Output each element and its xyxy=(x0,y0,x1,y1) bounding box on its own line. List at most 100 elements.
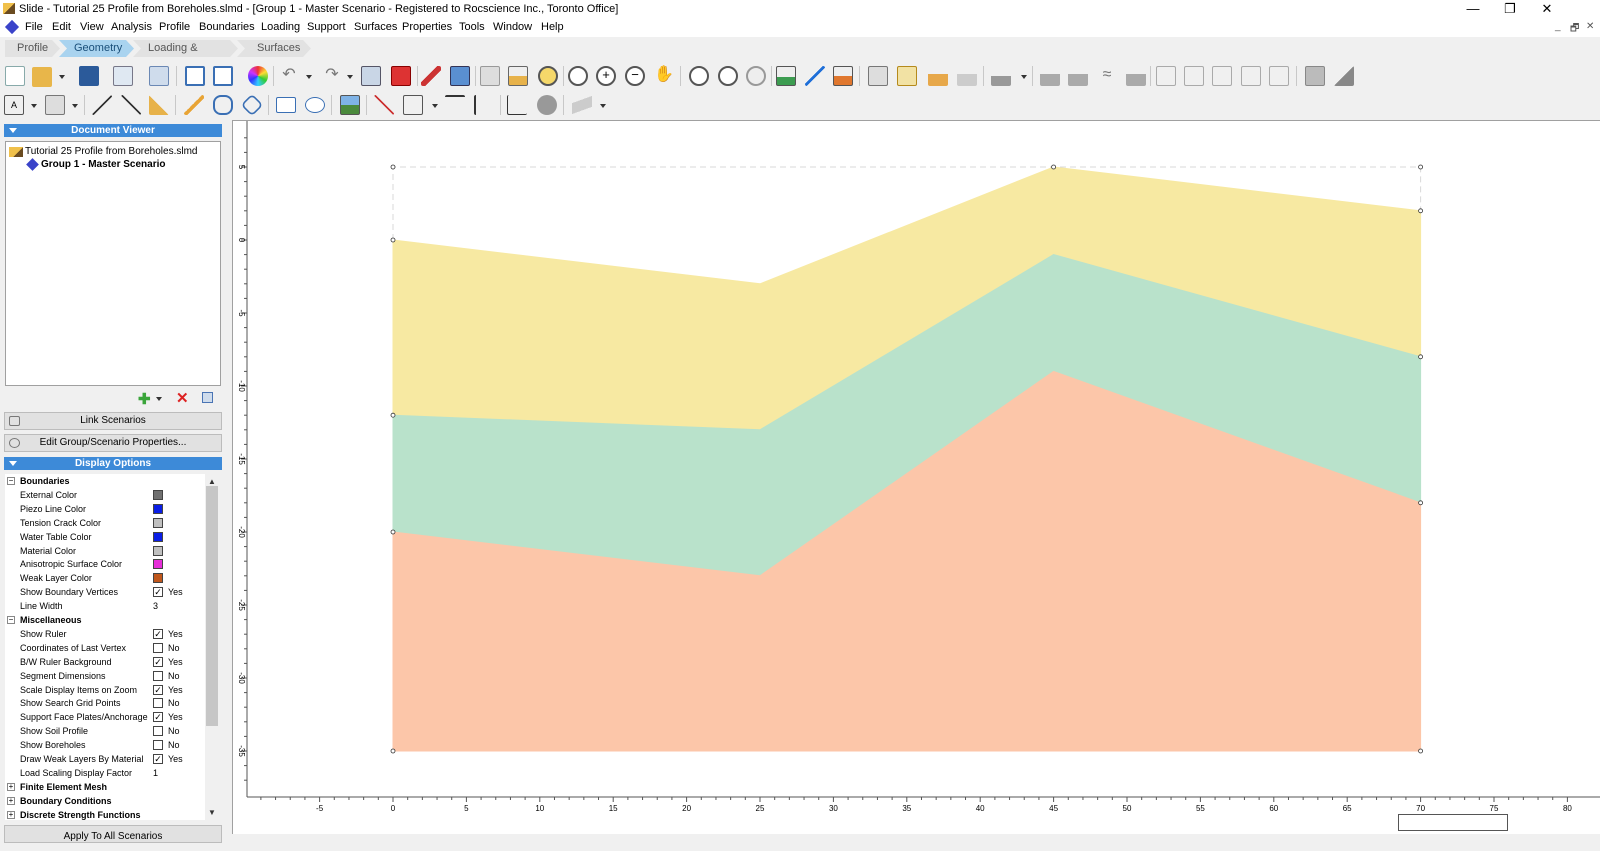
menu-view[interactable]: View xyxy=(80,21,104,33)
model-canvas[interactable]: 50-5-10-15-20-25-30-35 -5 0 5 10 15 20 25 30 35 4… xyxy=(233,121,1600,835)
tree-item-group[interactable]: Group 1 - Master Scenario xyxy=(41,159,165,170)
scrollbar-thumb[interactable] xyxy=(206,486,218,726)
vertical-dimension-icon[interactable] xyxy=(474,95,494,115)
ramp-icon[interactable] xyxy=(1334,66,1354,86)
vertex-tool-4-icon[interactable] xyxy=(1241,66,1261,86)
tab-profile[interactable]: Profile xyxy=(5,40,60,57)
dimension-dropdown-icon[interactable] xyxy=(432,104,438,108)
close-button[interactable]: ✕ xyxy=(1529,0,1565,18)
menu-profile[interactable]: Profile xyxy=(159,21,190,33)
boundary-vertex[interactable] xyxy=(390,748,396,754)
checkbox[interactable]: ✓ xyxy=(153,684,163,695)
property-scrollbar[interactable]: ▲ ▼ xyxy=(205,474,219,820)
material-boundary-icon[interactable] xyxy=(833,66,853,86)
add-dropdown-icon[interactable] xyxy=(156,397,162,401)
property-row[interactable]: Scale Display Items on Zoom ✓ Yes xyxy=(5,683,205,697)
draw-line-icon[interactable] xyxy=(805,66,825,86)
zoom-previous-icon[interactable] xyxy=(718,66,738,86)
undo-dropdown-icon[interactable] xyxy=(306,75,312,79)
property-row[interactable]: Water Table Color xyxy=(5,530,205,544)
boundary-vertex[interactable] xyxy=(1418,748,1423,754)
boundary-vertex[interactable] xyxy=(390,529,396,535)
menu-loading[interactable]: Loading xyxy=(261,21,300,33)
property-row[interactable]: Line Width 3 xyxy=(5,599,205,613)
property-row[interactable]: Show Boundary Vertices ✓ Yes xyxy=(5,585,205,599)
eraser-icon[interactable] xyxy=(572,95,592,115)
menu-help[interactable]: Help xyxy=(541,21,564,33)
expand-icon[interactable]: + xyxy=(7,796,15,805)
image-icon[interactable] xyxy=(340,95,360,115)
color-swatch[interactable] xyxy=(153,531,163,542)
apply-all-scenarios-button[interactable]: Apply To All Scenarios xyxy=(4,825,222,843)
property-row[interactable]: Anisotropic Surface Color xyxy=(5,557,205,571)
coordinate-icon[interactable] xyxy=(507,95,527,115)
collapse-icon[interactable] xyxy=(9,128,17,133)
redo-icon[interactable]: ↷ xyxy=(322,66,342,86)
property-category[interactable]: + Discrete Strength Functions xyxy=(5,808,205,820)
delete-icon[interactable] xyxy=(391,66,411,86)
menu-file[interactable]: File xyxy=(25,21,43,33)
document-viewer-header[interactable]: Document Viewer xyxy=(4,124,222,137)
menu-properties[interactable]: Properties xyxy=(402,21,452,33)
checkbox[interactable]: ✓ xyxy=(153,587,163,598)
property-row[interactable]: Segment Dimensions No xyxy=(5,669,205,683)
vertical-split-icon[interactable] xyxy=(185,66,205,86)
link-scenarios-button[interactable]: Link Scenarios xyxy=(4,412,222,430)
scroll-down-icon[interactable]: ▼ xyxy=(208,808,216,817)
boundary-vertex[interactable] xyxy=(1418,500,1423,506)
minimize-button[interactable]: — xyxy=(1455,0,1491,18)
vertex-tool-1-icon[interactable] xyxy=(1156,66,1176,86)
zoom-in-icon[interactable]: + xyxy=(596,66,616,86)
boundary-tool-2-icon[interactable] xyxy=(1068,66,1088,86)
property-category[interactable]: + Boundary Conditions xyxy=(5,794,205,808)
horizontal-dimension-icon[interactable] xyxy=(445,95,465,115)
print-preview-icon[interactable] xyxy=(113,66,133,86)
checkbox[interactable]: ✓ xyxy=(153,628,163,639)
tab-loading-support[interactable]: Loading & Support xyxy=(133,40,238,57)
color-swatch[interactable] xyxy=(153,517,163,528)
expand-icon[interactable]: + xyxy=(7,782,15,791)
vertex-tool-3-icon[interactable] xyxy=(1212,66,1232,86)
duplicate-scenario-icon[interactable] xyxy=(202,392,213,403)
tab-surfaces[interactable]: Surfaces xyxy=(237,40,311,57)
calculator-icon[interactable] xyxy=(450,66,470,86)
boundary-tool-3-icon[interactable] xyxy=(1126,66,1146,86)
collapse-icon[interactable]: − xyxy=(7,477,15,485)
vertex-tool-5-icon[interactable] xyxy=(1269,66,1289,86)
color-swatch[interactable] xyxy=(153,503,163,514)
expand-icon[interactable]: + xyxy=(7,810,15,819)
zoom-extents-icon[interactable] xyxy=(568,66,588,86)
redo-dropdown-icon[interactable] xyxy=(347,75,353,79)
property-value[interactable]: 3 xyxy=(153,599,158,613)
tools-icon[interactable] xyxy=(421,66,441,86)
model-view[interactable]: 5 0 -5 -10 -15 -20 -25 -30 -35 -5 0 5 10 15 20 25 30 35 4… xyxy=(232,120,1600,835)
angle-icon[interactable] xyxy=(374,95,394,115)
ellipse-icon[interactable] xyxy=(305,97,325,113)
polyline-icon[interactable] xyxy=(213,95,233,115)
menu-boundaries[interactable]: Boundaries xyxy=(199,21,255,33)
tree-item-file[interactable]: Tutorial 25 Profile from Boreholes.slmd xyxy=(25,146,197,157)
menu-analysis[interactable]: Analysis xyxy=(111,21,152,33)
zoom-window-icon[interactable] xyxy=(689,66,709,86)
checkbox[interactable]: ✓ xyxy=(153,754,163,764)
eraser-dropdown-icon[interactable] xyxy=(600,104,606,108)
assign-material-icon[interactable] xyxy=(897,66,917,86)
checkbox[interactable] xyxy=(153,670,163,681)
property-row[interactable]: Coordinates of Last Vertex No xyxy=(5,641,205,655)
menu-window[interactable]: Window xyxy=(493,21,532,33)
fill-icon[interactable] xyxy=(45,95,65,115)
mdi-restore-button[interactable]: 🗗 xyxy=(1570,21,1579,38)
new-file-icon[interactable] xyxy=(5,66,25,86)
checkbox[interactable]: ✓ xyxy=(153,656,163,667)
add-boundary-icon[interactable] xyxy=(776,66,796,86)
open-dropdown-icon[interactable] xyxy=(59,75,65,79)
property-value[interactable]: 1 xyxy=(153,766,158,780)
property-row[interactable]: Show Boreholes No xyxy=(5,738,205,752)
property-category[interactable]: + Finite Element Mesh xyxy=(5,780,205,794)
collapse-icon[interactable] xyxy=(9,461,17,466)
boundary-vertex[interactable] xyxy=(1418,354,1423,360)
zoom-next-icon[interactable] xyxy=(746,66,766,86)
text-box-icon[interactable]: A xyxy=(4,95,24,115)
dimension-icon[interactable] xyxy=(403,95,423,115)
ruler-tool-icon[interactable] xyxy=(149,95,169,115)
